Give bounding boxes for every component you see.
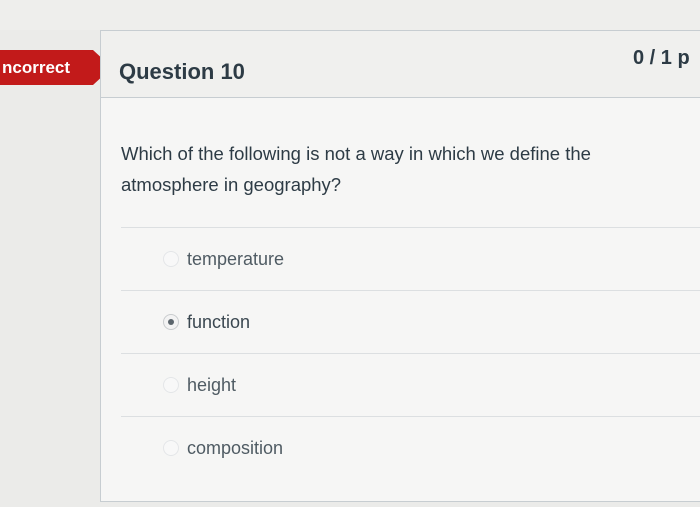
answer-option-function[interactable]: function <box>101 291 700 353</box>
question-text: Which of the following is not a way in w… <box>121 143 591 195</box>
incorrect-label: ncorrect <box>2 58 71 77</box>
radio-button-selected[interactable] <box>163 314 179 330</box>
radio-button[interactable] <box>163 377 179 393</box>
top-strip <box>0 0 700 30</box>
question-title: Question 10 <box>119 59 245 84</box>
points-display: 0 / 1 p <box>633 47 690 69</box>
question-card: Question 10 0 / 1 p Which of the followi… <box>100 30 700 502</box>
answer-label: composition <box>187 438 284 458</box>
answer-label: height <box>187 375 237 395</box>
answer-option-composition[interactable]: composition <box>101 417 700 479</box>
answer-label: function <box>187 312 251 332</box>
radio-button[interactable] <box>163 251 179 267</box>
incorrect-ribbon: ncorrect <box>0 50 112 85</box>
answer-label: temperature <box>187 249 285 269</box>
answer-option-temperature[interactable]: temperature <box>101 228 700 290</box>
answer-option-height[interactable]: height <box>101 354 700 416</box>
question-header: Question 10 0 / 1 p <box>101 31 700 98</box>
radio-button[interactable] <box>163 440 179 456</box>
